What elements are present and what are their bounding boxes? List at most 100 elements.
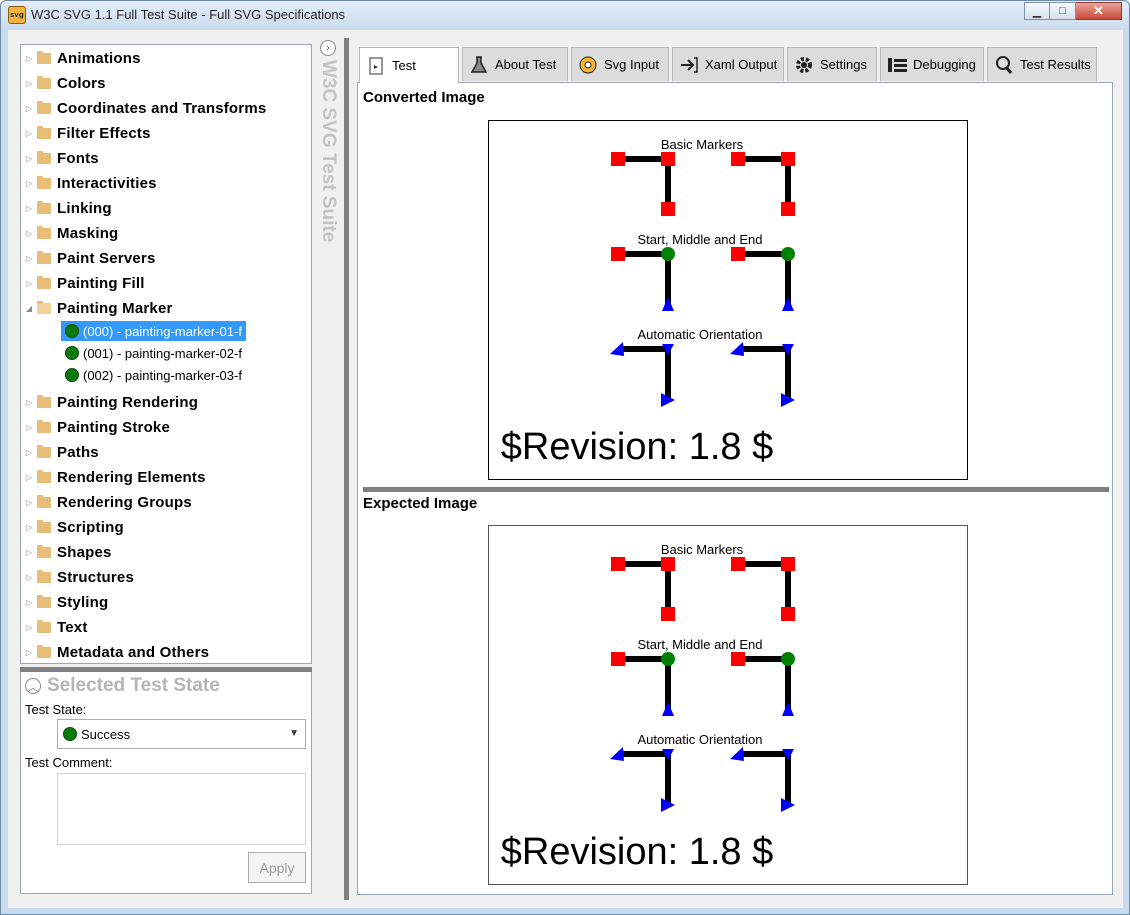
tab-debugging[interactable]: Debugging bbox=[880, 47, 984, 81]
tree-item-painting-fill[interactable]: ▷ Painting Fill bbox=[21, 272, 145, 294]
maximize-button[interactable]: □ bbox=[1050, 2, 1076, 20]
tab-test-results[interactable]: Test Results bbox=[987, 47, 1097, 81]
blue-triangle-marker bbox=[662, 702, 674, 716]
tree-item-colors[interactable]: ▷ Colors bbox=[21, 72, 106, 94]
expand-arrow-icon[interactable]: ▷ bbox=[21, 79, 37, 88]
tree-item-styling[interactable]: ▷ Styling bbox=[21, 591, 108, 613]
tree-item-label: Coordinates and Transforms bbox=[57, 99, 267, 117]
tree-item-metadata-and-others[interactable]: ▷ Metadata and Others bbox=[21, 641, 209, 663]
expand-arrow-icon[interactable]: ▷ bbox=[21, 229, 37, 238]
marker-path bbox=[618, 656, 671, 709]
test-state-dropdown[interactable]: Success ▼ bbox=[57, 719, 306, 749]
folder-icon bbox=[37, 175, 51, 189]
expand-arrow-icon[interactable]: ▷ bbox=[21, 473, 37, 482]
test-item[interactable]: (002) - painting-marker-03-f bbox=[61, 365, 246, 385]
tree-item-painting-rendering[interactable]: ▷ Painting Rendering bbox=[21, 391, 198, 413]
expand-arrow-icon[interactable]: ▷ bbox=[21, 523, 37, 532]
expand-arrow-icon[interactable]: ▷ bbox=[21, 398, 37, 407]
tab-about-test[interactable]: About Test bbox=[462, 47, 568, 81]
expand-arrow-icon[interactable]: ▷ bbox=[21, 104, 37, 113]
tab-settings[interactable]: Settings bbox=[787, 47, 877, 81]
folder-icon bbox=[37, 275, 51, 289]
green-circle-marker bbox=[781, 247, 795, 261]
vertical-splitter[interactable] bbox=[344, 38, 349, 900]
expand-arrow-icon[interactable]: ▷ bbox=[21, 423, 37, 432]
success-status-icon bbox=[65, 346, 79, 360]
expand-arrow-icon[interactable]: ▷ bbox=[21, 179, 37, 188]
folder-icon bbox=[37, 125, 51, 139]
tree-item-label: Interactivities bbox=[57, 174, 157, 192]
tab-label: Test Results bbox=[1020, 57, 1091, 72]
expand-arrow-icon[interactable]: ▷ bbox=[21, 129, 37, 138]
tab-svg-input[interactable]: Svg Input bbox=[571, 47, 669, 81]
converted-image: Basic Markers Start, Middle and End Automa… bbox=[488, 120, 968, 480]
tree-item-rendering-groups[interactable]: ▷ Rendering Groups bbox=[21, 491, 192, 513]
expand-arrow-icon[interactable]: ▷ bbox=[21, 154, 37, 163]
expand-arrow-icon[interactable]: ▷ bbox=[21, 548, 37, 557]
tree-item-label: Painting Fill bbox=[57, 274, 145, 292]
client-area: ▷ Animations ▷ Colors ▷ Coordinates and Trans… bbox=[8, 30, 1123, 908]
test-item-label: (000) - painting-marker-01-f bbox=[83, 323, 242, 339]
tree-item-painting-stroke[interactable]: ▷ Painting Stroke bbox=[21, 416, 170, 438]
automatic-orientation-heading: Automatic Orientation bbox=[637, 327, 762, 342]
tree-item-label: Paths bbox=[57, 443, 99, 461]
test-tree[interactable]: ▷ Animations ▷ Colors ▷ Coordinates and Trans… bbox=[20, 44, 312, 664]
marker-path bbox=[738, 561, 791, 614]
expand-arrow-icon[interactable]: ▷ bbox=[21, 648, 37, 657]
tab-label: Svg Input bbox=[604, 57, 659, 72]
tree-item-label: Linking bbox=[57, 199, 112, 217]
close-button[interactable]: ✕ bbox=[1076, 2, 1122, 20]
expand-arrow-icon[interactable]: ▷ bbox=[21, 598, 37, 607]
expand-arrow-icon[interactable]: ▷ bbox=[21, 254, 37, 263]
green-circle-marker bbox=[781, 652, 795, 666]
tree-item-rendering-elements[interactable]: ▷ Rendering Elements bbox=[21, 466, 206, 488]
collapse-tree-icon[interactable]: › bbox=[320, 40, 336, 56]
image-splitter[interactable] bbox=[363, 487, 1109, 492]
tab-label: Debugging bbox=[913, 57, 976, 72]
minimize-button[interactable]: ▁ bbox=[1024, 2, 1050, 20]
tab-test[interactable]: Test bbox=[359, 47, 459, 83]
test-item[interactable]: (000) - painting-marker-01-f bbox=[61, 321, 246, 341]
tree-item-masking[interactable]: ▷ Masking bbox=[21, 222, 118, 244]
tree-item-interactivities[interactable]: ▷ Interactivities bbox=[21, 172, 157, 194]
marker-path bbox=[618, 346, 671, 399]
expand-arrow-icon[interactable]: ▷ bbox=[21, 54, 37, 63]
tree-item-label: Rendering Groups bbox=[57, 493, 192, 511]
tree-item-fonts[interactable]: ▷ Fonts bbox=[21, 147, 99, 169]
folder-icon bbox=[37, 644, 51, 658]
expand-arrow-icon[interactable]: ▷ bbox=[21, 498, 37, 507]
blue-triangle-marker bbox=[662, 297, 674, 311]
document-icon bbox=[366, 56, 386, 76]
collapse-state-icon[interactable]: ︿ bbox=[25, 678, 41, 694]
folder-icon bbox=[37, 200, 51, 214]
tree-item-painting-marker[interactable]: ◢ Painting Marker bbox=[21, 297, 173, 319]
expanded-arrow-icon[interactable]: ◢ bbox=[21, 304, 37, 313]
tree-item-linking[interactable]: ▷ Linking bbox=[21, 197, 112, 219]
expand-arrow-icon[interactable]: ▷ bbox=[21, 204, 37, 213]
list-icon bbox=[887, 55, 907, 75]
tree-item-label: Structures bbox=[57, 568, 135, 586]
gear-icon bbox=[794, 55, 814, 75]
tree-item-paint-servers[interactable]: ▷ Paint Servers bbox=[21, 247, 156, 269]
tree-item-structures[interactable]: ▷ Structures bbox=[21, 566, 134, 588]
expand-arrow-icon[interactable]: ▷ bbox=[21, 573, 37, 582]
red-square-marker bbox=[661, 152, 675, 166]
expand-arrow-icon[interactable]: ▷ bbox=[21, 448, 37, 457]
tree-item-coordinates-and-transforms[interactable]: ▷ Coordinates and Transforms bbox=[21, 97, 266, 119]
selected-test-state-panel: ︿ Selected Test State Test State: Succes… bbox=[20, 672, 312, 894]
expand-arrow-icon[interactable]: ▷ bbox=[21, 623, 37, 632]
tree-item-animations[interactable]: ▷ Animations bbox=[21, 47, 141, 69]
tree-item-paths[interactable]: ▷ Paths bbox=[21, 441, 99, 463]
test-item[interactable]: (001) - painting-marker-02-f bbox=[61, 343, 246, 363]
red-square-marker bbox=[731, 652, 745, 666]
marker-path bbox=[618, 561, 671, 614]
tree-item-filter-effects[interactable]: ▷ Filter Effects bbox=[21, 122, 151, 144]
apply-button[interactable]: Apply bbox=[248, 852, 306, 883]
expand-arrow-icon[interactable]: ▷ bbox=[21, 279, 37, 288]
basic-markers-heading: Basic Markers bbox=[661, 137, 744, 152]
tree-item-scripting[interactable]: ▷ Scripting bbox=[21, 516, 124, 538]
tree-item-shapes[interactable]: ▷ Shapes bbox=[21, 541, 112, 563]
tab-xaml-output[interactable]: Xaml Output bbox=[672, 47, 784, 81]
tree-item-text[interactable]: ▷ Text bbox=[21, 616, 88, 638]
test-comment-field[interactable] bbox=[57, 773, 306, 845]
